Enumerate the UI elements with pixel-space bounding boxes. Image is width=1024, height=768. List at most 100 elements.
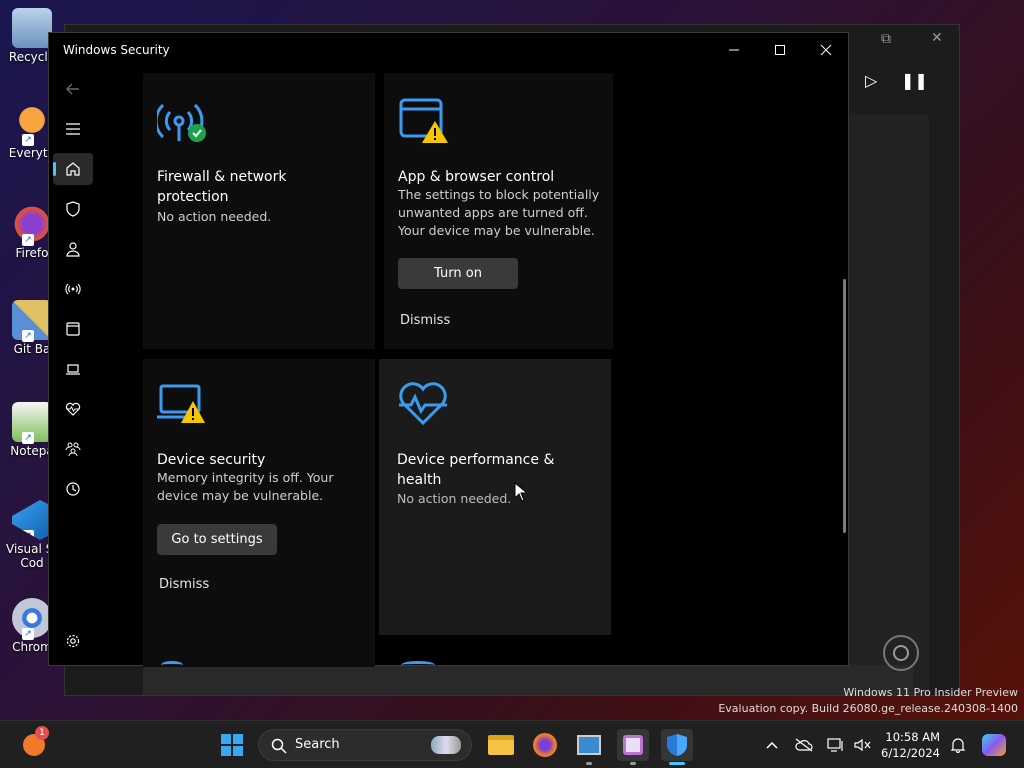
weather-widget-icon: 1 bbox=[23, 726, 49, 756]
taskbar-windows-security[interactable] bbox=[661, 729, 693, 765]
watermark-edition: Windows 11 Pro Insider Preview bbox=[843, 686, 1018, 699]
account-icon bbox=[66, 242, 80, 257]
nav-settings[interactable] bbox=[53, 625, 93, 657]
copilot-button[interactable] bbox=[978, 729, 1010, 761]
tray-network[interactable] bbox=[822, 729, 850, 761]
card-firewall-title-line2: protection bbox=[157, 189, 229, 205]
window-title: Windows Security bbox=[63, 43, 170, 57]
clock-time[interactable]: 10:58 AM bbox=[876, 730, 940, 744]
chevron-up-icon bbox=[766, 741, 778, 749]
device-security-warning-icon bbox=[157, 384, 205, 423]
pause-icon[interactable]: ❚❚ bbox=[901, 71, 928, 90]
copilot-icon bbox=[982, 734, 1006, 756]
card-device-security-desc: Memory integrity is off. Your bbox=[157, 470, 334, 485]
turn-on-button[interactable]: Turn on bbox=[398, 258, 518, 289]
volume-muted-icon bbox=[854, 738, 871, 752]
vscode-icon: ↗ bbox=[12, 500, 52, 540]
everything-search-icon: ↗ bbox=[12, 104, 52, 146]
nav-virus-protection[interactable] bbox=[53, 193, 93, 225]
firewall-network-icon bbox=[157, 103, 206, 142]
card-device-security[interactable]: Device security Memory integrity is off.… bbox=[143, 359, 375, 667]
card-device-security-desc-line2: device may be vulnerable. bbox=[157, 488, 324, 503]
app-browser-warning-icon bbox=[399, 98, 448, 143]
dismiss-device-security-link[interactable]: Dismiss bbox=[159, 577, 209, 592]
restore-icon[interactable]: ⧉ bbox=[881, 31, 891, 47]
media-disc-icon[interactable] bbox=[883, 635, 919, 671]
app-browser-icon bbox=[66, 322, 80, 336]
close-icon[interactable]: ✕ bbox=[931, 30, 943, 46]
windows-logo-icon bbox=[221, 734, 243, 756]
card-device-performance[interactable]: Device performance & health No action ne… bbox=[379, 359, 611, 635]
back-arrow-icon bbox=[66, 83, 79, 95]
maximize-icon bbox=[775, 45, 785, 55]
nav-rail bbox=[49, 73, 97, 667]
card-app-browser[interactable]: App & browser control The settings to bl… bbox=[384, 73, 613, 349]
tray-onedrive[interactable] bbox=[790, 729, 818, 761]
nav-performance[interactable] bbox=[53, 393, 93, 425]
media-bottom-strip bbox=[143, 665, 913, 695]
history-icon bbox=[66, 482, 80, 496]
family-icon bbox=[65, 442, 81, 457]
media-app-icon bbox=[577, 735, 601, 755]
card-firewall-title: Firewall & network bbox=[157, 169, 287, 185]
git-bash-icon: ↗ bbox=[12, 300, 52, 342]
settings-gear-icon bbox=[66, 634, 80, 648]
minimize-button[interactable] bbox=[711, 37, 757, 63]
close-icon bbox=[820, 44, 832, 56]
card-firewall[interactable]: Firewall & network protection No action … bbox=[143, 73, 375, 349]
notepad-icon: ↗ bbox=[12, 402, 52, 444]
card-app-browser-desc: The settings to block potentially bbox=[398, 187, 600, 202]
recycle-bin-icon bbox=[12, 8, 52, 48]
device-security-icon bbox=[66, 364, 80, 375]
taskbar-search[interactable]: Search bbox=[258, 729, 472, 761]
partial-card-icon bbox=[161, 661, 183, 667]
notifications-button[interactable] bbox=[944, 729, 972, 761]
defender-shield-icon bbox=[667, 734, 687, 756]
back-button[interactable] bbox=[53, 73, 93, 105]
tray-overflow-button[interactable] bbox=[758, 729, 786, 761]
nav-account-protection[interactable] bbox=[53, 233, 93, 265]
card-app-browser-desc-line3: Your device may be vulnerable. bbox=[398, 223, 595, 238]
widgets-button[interactable]: 1 bbox=[18, 726, 50, 761]
nav-home[interactable] bbox=[53, 153, 93, 185]
partial-card-icon bbox=[401, 661, 435, 667]
taskbar-save-app[interactable] bbox=[617, 729, 649, 765]
network-icon bbox=[827, 738, 843, 752]
card-performance-title: Device performance & bbox=[397, 452, 555, 468]
search-highlight-icon bbox=[431, 736, 461, 754]
search-icon bbox=[271, 738, 287, 754]
scrollbar[interactable] bbox=[843, 279, 846, 533]
minimize-icon bbox=[729, 49, 739, 51]
taskbar: 1 Search 10:58 AM 6/12/2024 bbox=[0, 720, 1024, 768]
hamburger-icon bbox=[66, 123, 80, 135]
card-performance-status: No action needed. bbox=[397, 491, 512, 506]
firefox-icon bbox=[533, 733, 557, 757]
nav-device-security[interactable] bbox=[53, 353, 93, 385]
firefox-icon: ↗ bbox=[12, 204, 52, 246]
nav-family[interactable] bbox=[53, 433, 93, 465]
tray-volume[interactable] bbox=[848, 729, 876, 761]
card-app-browser-title: App & browser control bbox=[398, 169, 555, 185]
nav-app-browser[interactable] bbox=[53, 313, 93, 345]
go-to-settings-button[interactable]: Go to settings bbox=[157, 524, 277, 555]
taskbar-media-app[interactable] bbox=[573, 729, 605, 765]
taskbar-firefox[interactable] bbox=[529, 729, 561, 761]
nav-firewall[interactable] bbox=[53, 273, 93, 305]
play-icon[interactable]: ▷ bbox=[865, 71, 877, 90]
start-button[interactable] bbox=[216, 729, 248, 761]
chrome-icon: ↗ bbox=[12, 598, 52, 640]
firewall-icon bbox=[65, 283, 81, 295]
menu-button[interactable] bbox=[53, 113, 93, 145]
card-performance-title-line2: health bbox=[397, 472, 442, 488]
clock-date[interactable]: 6/12/2024 bbox=[876, 746, 940, 760]
close-button[interactable] bbox=[803, 37, 849, 63]
heart-icon bbox=[65, 402, 81, 416]
nav-history[interactable] bbox=[53, 473, 93, 505]
cloud-off-icon bbox=[795, 738, 813, 752]
dismiss-app-browser-link[interactable]: Dismiss bbox=[400, 313, 450, 328]
taskbar-file-explorer[interactable] bbox=[485, 729, 517, 761]
media-panel bbox=[849, 115, 929, 695]
card-firewall-status: No action needed. bbox=[157, 209, 272, 224]
card-device-security-title: Device security bbox=[157, 452, 266, 468]
maximize-button[interactable] bbox=[757, 37, 803, 63]
